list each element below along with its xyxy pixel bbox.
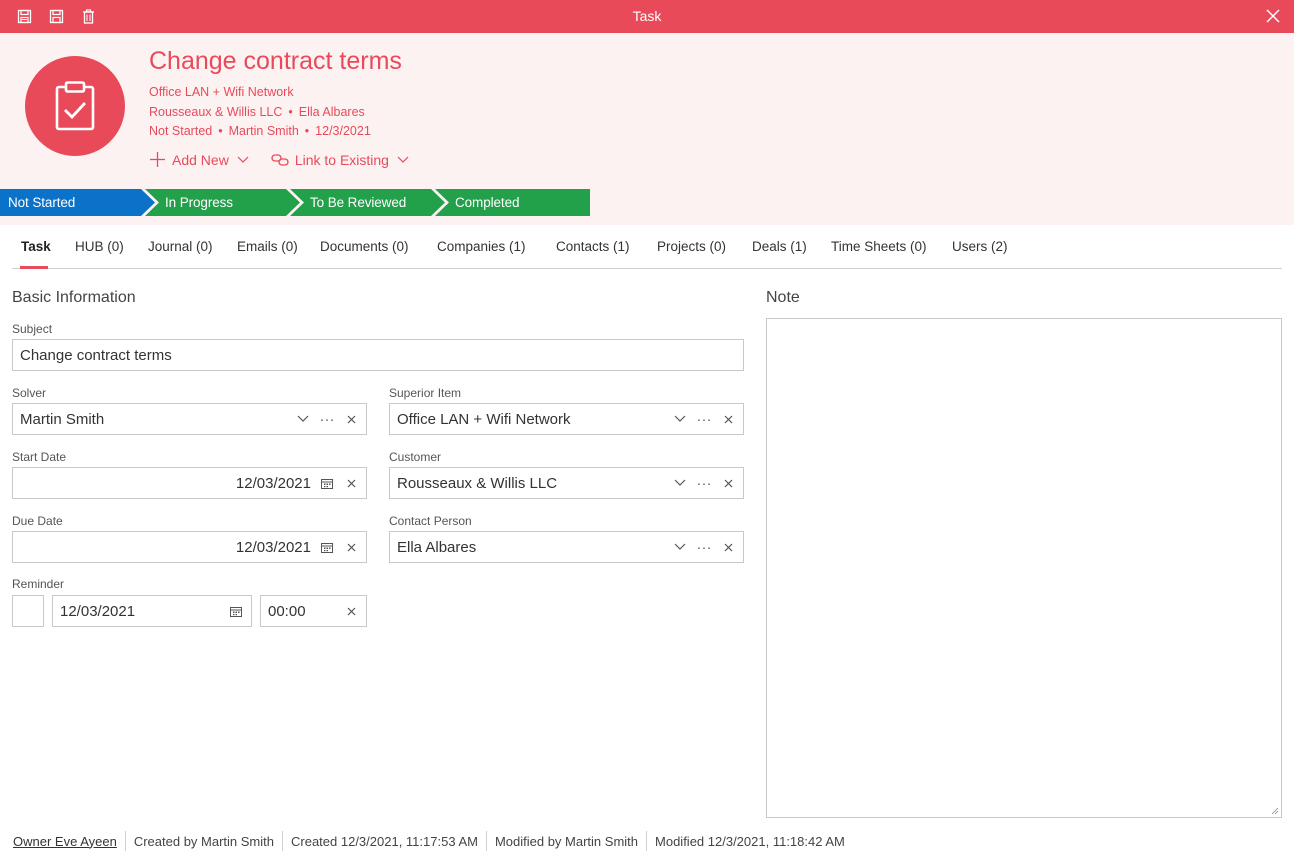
tab-journal[interactable]: Journal (0) [148, 239, 213, 254]
divider [646, 831, 648, 851]
plus-icon [150, 152, 165, 167]
record-title: Change contract terms [149, 47, 402, 75]
link-existing-label: Link to Existing [294, 151, 389, 168]
tab-documents[interactable]: Documents (0) [320, 239, 409, 254]
modified-text: Modified 12/3/2021, 11:18:42 AM [655, 833, 845, 849]
solver-label: Solver [12, 386, 47, 400]
tab-projects[interactable]: Projects (0) [657, 239, 726, 254]
more-icon[interactable]: ··· [692, 532, 716, 562]
chevron-down-icon[interactable] [291, 404, 315, 434]
divider [485, 831, 487, 851]
solver-text: Martin Smith [228, 124, 299, 138]
note-heading: Note [766, 289, 800, 306]
contact-link[interactable]: Ella Albares [299, 105, 365, 119]
chevron-down-icon[interactable] [668, 468, 692, 498]
divider [124, 831, 126, 851]
divider [282, 831, 283, 851]
chevron-down-icon [397, 156, 409, 163]
reminder-date-input[interactable]: 12/03/2021 [52, 595, 252, 627]
calendar-icon[interactable] [224, 596, 248, 626]
date-text: 12/3/2021 [315, 124, 371, 138]
start-date-input[interactable]: 12/03/2021 [12, 467, 367, 499]
more-icon[interactable]: ··· [692, 468, 716, 498]
clear-icon[interactable] [339, 596, 363, 626]
chevron-down-icon[interactable] [668, 532, 692, 562]
resize-handle-icon [1271, 807, 1279, 815]
reminder-label: Reminder [12, 577, 65, 591]
calendar-icon[interactable] [315, 468, 339, 498]
clear-icon[interactable] [716, 404, 740, 434]
due-date-label: Due Date [12, 514, 63, 528]
company-contact-line: Rousseaux & Willis LLC • Ella Albares [149, 105, 365, 119]
tab-companies[interactable]: Companies (1) [437, 239, 526, 254]
clear-icon[interactable] [339, 404, 363, 434]
superior-item-link[interactable]: Office LAN + Wifi Network [149, 85, 294, 99]
reminder-time-input[interactable]: 00:00 [260, 595, 367, 627]
status-line: Not Started • Martin Smith • 12/3/2021 [149, 124, 371, 138]
contact-person-label: Contact Person [389, 514, 472, 528]
owner-link[interactable]: Owner Eve Ayeen [13, 834, 117, 849]
more-icon[interactable]: ··· [315, 404, 339, 434]
stage-completed[interactable]: Completed [447, 189, 519, 216]
link-existing-button[interactable]: Link to Existing [271, 152, 415, 168]
note-textarea[interactable] [766, 318, 1282, 818]
clear-icon[interactable] [339, 532, 363, 562]
start-date-label: Start Date [12, 450, 67, 464]
active-tab-indicator [20, 266, 48, 269]
company-link[interactable]: Rousseaux & Willis LLC [149, 105, 282, 119]
created-text: Created 12/3/2021, 11:17:53 AM [291, 833, 478, 849]
calendar-icon[interactable] [315, 532, 339, 562]
tab-task[interactable]: Task [21, 239, 51, 254]
close-icon[interactable] [1262, 5, 1284, 27]
window-title: Task [632, 8, 662, 24]
record-footer: Owner Eve Ayeen Created by Martin Smith … [13, 831, 845, 851]
tab-users[interactable]: Users (2) [952, 239, 1008, 254]
stage-to-be-reviewed[interactable]: To Be Reviewed [302, 189, 406, 216]
title-bar: Task [0, 0, 1294, 33]
superior-item-label: Superior Item [389, 386, 462, 400]
tab-deals[interactable]: Deals (1) [752, 239, 807, 254]
status-text: Not Started [149, 124, 213, 138]
tab-hub[interactable]: HUB (0) [75, 239, 124, 254]
add-new-button[interactable]: Add New [149, 151, 255, 168]
customer-select[interactable]: Rousseaux & Willis LLC ··· [389, 467, 744, 499]
customer-label: Customer [389, 450, 442, 464]
task-avatar [25, 56, 125, 156]
header-actions: Add New Link to Existing [149, 151, 431, 168]
stage-not-started[interactable]: Not Started [0, 189, 75, 216]
subject-label: Subject [12, 322, 53, 336]
tab-emails[interactable]: Emails (0) [237, 239, 298, 254]
contact-person-select[interactable]: Ella Albares ··· [389, 531, 744, 563]
subject-input[interactable]: Change contract terms [12, 339, 744, 371]
tab-contacts[interactable]: Contacts (1) [556, 239, 630, 254]
created-by-text: Created by Martin Smith [133, 833, 274, 849]
due-date-input[interactable]: 12/03/2021 [12, 531, 367, 563]
more-icon[interactable]: ··· [692, 404, 716, 434]
clear-icon[interactable] [339, 468, 363, 498]
chevron-down-icon[interactable] [668, 404, 692, 434]
stage-in-progress[interactable]: In Progress [157, 189, 233, 216]
clear-icon[interactable] [716, 532, 740, 562]
chevron-down-icon [237, 156, 249, 163]
clear-icon[interactable] [716, 468, 740, 498]
tab-time-sheets[interactable]: Time Sheets (0) [831, 239, 927, 254]
reminder-checkbox[interactable] [12, 595, 44, 627]
clipboard-check-icon [55, 81, 95, 131]
modified-by-text: Modified by Martin Smith [494, 833, 639, 849]
basic-information-heading: Basic Information [12, 289, 136, 306]
add-new-label: Add New [172, 151, 229, 168]
superior-item-select[interactable]: Office LAN + Wifi Network ··· [389, 403, 744, 435]
link-icon [271, 153, 289, 166]
tab-bar: Task HUB (0) Journal (0) Emails (0) Docu… [12, 225, 1282, 269]
solver-select[interactable]: Martin Smith ··· [12, 403, 367, 435]
